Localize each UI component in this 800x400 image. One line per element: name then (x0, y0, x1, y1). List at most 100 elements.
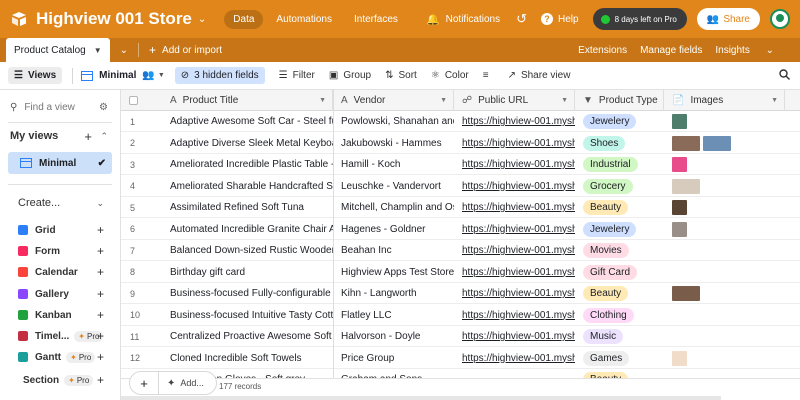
create-form-view[interactable]: Form + (18, 243, 104, 259)
cell-product-type[interactable]: Beauty (575, 197, 664, 218)
image-thumbnail[interactable] (703, 135, 731, 151)
chevron-down-icon[interactable]: ▼ (94, 46, 102, 55)
share-button[interactable]: 👥 Share (696, 8, 760, 30)
chevron-up-icon[interactable]: ⌃ (100, 131, 108, 142)
cell-images[interactable] (664, 111, 785, 132)
avatar[interactable] (770, 9, 790, 29)
cell-images[interactable] (664, 348, 785, 369)
tables-menu-chevron-icon[interactable]: ⌄ (110, 38, 138, 62)
cell-product-title[interactable]: Assimilated Refined Soft Tuna (162, 197, 333, 218)
cell-vendor[interactable]: Hamill - Koch (333, 154, 454, 175)
cell-vendor[interactable]: Beahan Inc (333, 240, 454, 261)
column-header-product-title[interactable]: A Product Title ▼ (162, 90, 333, 111)
cell-public-url[interactable]: https://highview-001.mysh... (454, 326, 575, 347)
cell-product-title[interactable]: Business-focused Fully-configurable R... (162, 283, 333, 304)
cell-public-url[interactable]: https://highview-001.mysh... (454, 240, 575, 261)
add-more-button[interactable]: ✦ Add... (159, 371, 217, 395)
cell-product-type[interactable]: Jewelery (575, 219, 664, 240)
create-gantt-view[interactable]: Gantt ✦ Pro + (18, 349, 104, 365)
create-timeline-view[interactable]: Timel... ✦ Pro + (18, 328, 104, 344)
cell-product-type[interactable]: Music (575, 326, 664, 347)
image-thumbnail[interactable] (672, 350, 687, 366)
cell-public-url[interactable]: https://highview-001.mysh... (454, 348, 575, 369)
cell-images[interactable] (664, 240, 785, 261)
cell-product-type[interactable]: Grocery (575, 176, 664, 197)
table-row[interactable]: 1 Adaptive Awesome Soft Car - Steel fuc..… (121, 111, 800, 132)
image-thumbnail[interactable] (672, 135, 700, 151)
create-kanban-view[interactable]: Kanban + (18, 307, 104, 323)
history-icon[interactable]: ↺ (516, 11, 527, 27)
image-thumbnail[interactable] (672, 200, 687, 215)
cell-vendor[interactable]: Kihn - Langworth (333, 283, 454, 304)
cell-images[interactable] (664, 262, 785, 283)
help-button[interactable]: ? Help (541, 13, 579, 25)
table-row[interactable]: 5 Assimilated Refined Soft Tuna Mitchell, … (121, 197, 800, 218)
cell-vendor[interactable]: Hagenes - Goldner (333, 219, 454, 240)
select-all-checkbox[interactable] (129, 96, 138, 105)
cell-vendor[interactable]: Powlowski, Shanahan and ... (333, 111, 454, 132)
manage-fields-button[interactable]: Manage fields (640, 45, 702, 56)
horizontal-scrollbar[interactable] (121, 396, 721, 400)
image-thumbnail[interactable] (672, 221, 687, 237)
cell-images[interactable] (664, 133, 785, 154)
table-row[interactable]: 4 Ameliorated Sharable Handcrafted Sof...… (121, 176, 800, 197)
group-button[interactable]: ▣ Group (329, 70, 371, 81)
cell-product-title[interactable]: Balanced Down-sized Rustic Wooden C... (162, 240, 333, 261)
column-header-product-type[interactable]: ▼ Product Type (575, 90, 664, 111)
chevron-down-icon[interactable]: ▼ (771, 97, 778, 104)
table-row[interactable]: 8 Birthday gift card Highview Apps Test St… (121, 262, 800, 283)
chevron-down-icon[interactable]: ▼ (561, 97, 568, 104)
cell-product-title[interactable]: Centralized Proactive Awesome Soft Gl... (162, 326, 333, 347)
table-row[interactable]: 11 Centralized Proactive Awesome Soft Gl.… (121, 326, 800, 347)
create-gallery-view[interactable]: Gallery + (18, 286, 104, 302)
cell-images[interactable] (664, 305, 785, 326)
views-toggle-button[interactable]: ☰ Views (8, 67, 63, 84)
table-row[interactable]: 2 Adaptive Diverse Sleek Metal Keyboard Ja… (121, 133, 800, 154)
cell-images[interactable] (664, 197, 785, 218)
cell-product-title[interactable]: Adaptive Diverse Sleek Metal Keyboard (162, 133, 333, 154)
frozen-column-divider[interactable] (333, 90, 334, 400)
cell-product-title[interactable]: Ameliorated Sharable Handcrafted Sof... (162, 176, 333, 197)
cell-public-url[interactable]: https://highview-001.mysh... (454, 305, 575, 326)
chevron-down-icon[interactable]: ▼ (319, 97, 326, 104)
cell-product-title[interactable]: Ameliorated Incredible Plastic Table - .… (162, 154, 333, 175)
column-header-vendor[interactable]: A Vendor ▼ (333, 90, 454, 111)
cell-vendor[interactable]: Mitchell, Champlin and Osi... (333, 197, 454, 218)
airtable-logo-icon[interactable] (10, 10, 28, 28)
cell-product-type[interactable]: Beauty (575, 283, 664, 304)
cell-images[interactable] (664, 219, 785, 240)
cell-public-url[interactable]: https://highview-001.mysh... (454, 262, 575, 283)
cell-vendor[interactable]: Leuschke - Vandervort (333, 176, 454, 197)
chevron-down-icon[interactable]: ⌄ (198, 14, 206, 25)
cell-public-url[interactable]: https://highview-001.mysh... (454, 197, 575, 218)
tab-data[interactable]: Data (224, 9, 264, 29)
cell-product-type[interactable]: Movies (575, 240, 664, 261)
create-view-section[interactable]: Create... ⌄ (18, 197, 104, 209)
gear-icon[interactable]: ⚙ (99, 102, 108, 113)
cell-vendor[interactable]: Flatley LLC (333, 305, 454, 326)
color-button[interactable]: ⚛ Color (431, 70, 469, 81)
cell-product-type[interactable]: Jewelery (575, 111, 664, 132)
cell-images[interactable] (664, 283, 785, 304)
row-height-button[interactable]: ≡ (483, 70, 494, 81)
filter-button[interactable]: ☰ Filter (279, 70, 315, 81)
cell-product-title[interactable]: Business-focused Intuitive Tasty Cotto..… (162, 305, 333, 326)
add-record-button[interactable]: + (129, 371, 159, 395)
image-thumbnail[interactable] (672, 157, 687, 172)
insights-button[interactable]: Insights ⌄ (715, 45, 787, 56)
table-row[interactable]: 9 Business-focused Fully-configurable R..… (121, 283, 800, 304)
tab-interfaces[interactable]: Interfaces (345, 10, 407, 29)
find-view-input[interactable]: ⚲ Find a view ⚙ (10, 100, 110, 114)
sort-button[interactable]: ⇅ Sort (385, 70, 417, 81)
cell-product-title[interactable]: Adaptive Awesome Soft Car - Steel fuc... (162, 111, 333, 132)
cell-public-url[interactable]: https://highview-001.mysh... (454, 111, 575, 132)
chevron-down-icon[interactable]: ▼ (440, 97, 447, 104)
my-views-section[interactable]: My views + ⌃ (10, 129, 110, 144)
cell-public-url[interactable]: https://highview-001.mysh... (454, 219, 575, 240)
tab-product-catalog[interactable]: Product Catalog ▼ (6, 38, 110, 62)
cell-product-type[interactable]: Shoes (575, 133, 664, 154)
cell-public-url[interactable]: https://highview-001.mysh... (454, 154, 575, 175)
cell-images[interactable] (664, 176, 785, 197)
image-thumbnail[interactable] (672, 114, 687, 129)
tab-automations[interactable]: Automations (267, 10, 341, 29)
